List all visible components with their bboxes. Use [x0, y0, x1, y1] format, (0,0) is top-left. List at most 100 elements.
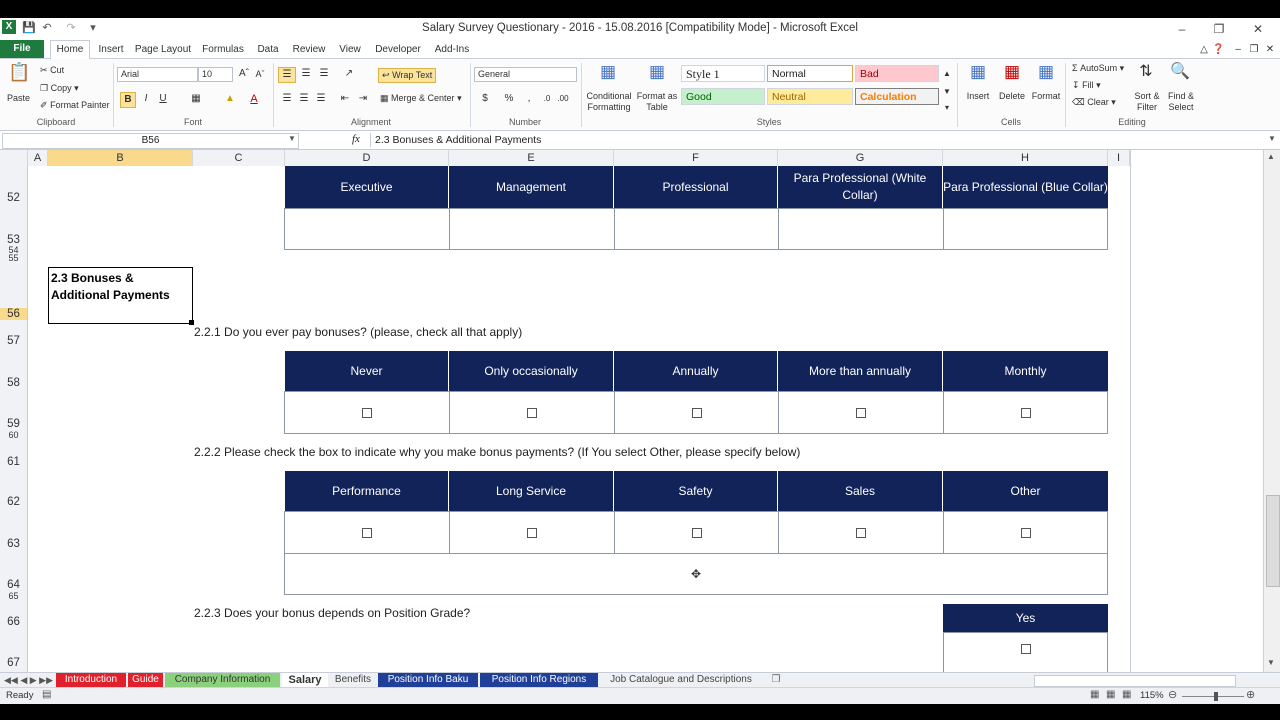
wrap-text-button[interactable]: ↩ Wrap Text: [378, 68, 437, 83]
grow-font-icon[interactable]: Aˆ: [236, 67, 252, 81]
style-normal[interactable]: Normal: [767, 65, 853, 82]
align-middle-icon[interactable]: ☰: [298, 67, 314, 81]
doc-minimize-icon[interactable]: –: [1232, 42, 1244, 57]
conditional-formatting-icon[interactable]: ▦: [596, 63, 620, 80]
row-header-56[interactable]: 56: [0, 308, 27, 320]
scroll-thumb[interactable]: [1266, 495, 1280, 587]
sheet-nav-icon[interactable]: ◀◀ ◀ ▶ ▶▶: [4, 673, 53, 687]
tab-insert[interactable]: Insert: [96, 42, 126, 57]
shrink-font-icon[interactable]: Aˇ: [252, 67, 268, 81]
input-cell[interactable]: [778, 208, 944, 250]
row-header-66[interactable]: 66: [0, 616, 27, 628]
fill-button[interactable]: ↧ Fill ▾: [1072, 80, 1101, 91]
styles-scroll-up-icon[interactable]: ▲: [942, 67, 952, 81]
sheet-tab-guide[interactable]: Guide: [128, 673, 163, 687]
paste-icon[interactable]: 📋: [8, 63, 30, 87]
format-painter-button[interactable]: ✐ Format Painter: [40, 100, 110, 111]
name-box-dropdown-icon[interactable]: ▼: [288, 134, 296, 143]
merge-center-button[interactable]: ▦ Merge & Center ▾: [380, 93, 462, 104]
restore-icon[interactable]: ❐: [1205, 21, 1233, 37]
zoom-in-icon[interactable]: ⊕: [1246, 688, 1255, 701]
column-header-e[interactable]: E: [449, 150, 614, 166]
tab-developer[interactable]: Developer: [372, 42, 424, 57]
align-right-icon[interactable]: ☰: [314, 92, 328, 106]
style-calculation[interactable]: Calculation: [855, 88, 939, 105]
style-1[interactable]: Style 1: [681, 65, 765, 82]
fill-color-icon[interactable]: ▲: [222, 92, 238, 106]
align-bottom-icon[interactable]: ☰: [316, 67, 332, 81]
format-as-table-icon[interactable]: ▦: [645, 63, 669, 80]
delete-cells-icon[interactable]: ▦: [1000, 63, 1024, 80]
percent-icon[interactable]: %: [502, 92, 516, 106]
sheet-tab-introduction[interactable]: Introduction: [56, 673, 126, 687]
column-header-i[interactable]: I: [1108, 150, 1130, 166]
clear-button[interactable]: ⌫ Clear ▾: [1072, 97, 1116, 108]
insert-function-icon[interactable]: fx: [352, 133, 360, 145]
find-select-button[interactable]: Find & Select: [1164, 91, 1198, 113]
select-all-corner[interactable]: [0, 150, 28, 166]
align-top-icon[interactable]: ☰: [278, 67, 296, 83]
increase-decimal-icon[interactable]: .0: [540, 92, 554, 106]
section-title-cell[interactable]: 2.3 Bonuses & Additional Payments: [48, 267, 193, 324]
sort-filter-icon[interactable]: ⇅: [1134, 64, 1158, 80]
insert-cells-icon[interactable]: ▦: [966, 63, 990, 80]
input-cell[interactable]: [614, 208, 779, 250]
column-header-h[interactable]: H: [943, 150, 1108, 166]
row-header-55[interactable]: 55: [0, 253, 27, 263]
page-break-view-icon[interactable]: ▦: [1122, 689, 1131, 700]
row-header-61[interactable]: 61: [0, 456, 27, 468]
worksheet-grid[interactable]: Executive Management Professional Para P…: [28, 166, 1130, 672]
column-header-d[interactable]: D: [285, 150, 449, 166]
decrease-decimal-icon[interactable]: .00: [556, 92, 570, 106]
checkbox[interactable]: [362, 407, 372, 418]
column-header-g[interactable]: G: [778, 150, 943, 166]
copy-button[interactable]: ❐ Copy ▾: [40, 83, 79, 94]
format-cells-button[interactable]: Format: [1030, 91, 1062, 102]
other-specify-input[interactable]: ✥: [284, 553, 1108, 595]
sheet-tab-company-information[interactable]: Company Information: [165, 673, 280, 687]
zoom-level[interactable]: 115%: [1140, 690, 1164, 701]
doc-close-icon[interactable]: ✕: [1264, 42, 1276, 57]
row-header-65[interactable]: 65: [0, 591, 27, 601]
checkbox[interactable]: [527, 407, 537, 418]
sort-filter-button[interactable]: Sort & Filter: [1130, 91, 1164, 113]
style-neutral[interactable]: Neutral: [767, 88, 853, 105]
tab-view[interactable]: View: [336, 42, 364, 57]
delete-cells-button[interactable]: Delete: [996, 91, 1028, 102]
doc-restore-icon[interactable]: ❐: [1248, 42, 1260, 57]
checkbox[interactable]: [1020, 407, 1031, 418]
find-select-icon[interactable]: 🔍: [1168, 64, 1192, 80]
page-layout-view-icon[interactable]: ▦: [1106, 689, 1115, 700]
row-header-52[interactable]: 52: [0, 192, 27, 204]
tab-review[interactable]: Review: [290, 42, 328, 57]
checkbox[interactable]: [362, 527, 372, 538]
row-header-59[interactable]: 59: [0, 418, 27, 430]
italic-icon[interactable]: I: [140, 92, 152, 106]
cut-button[interactable]: ✂ Cut: [40, 65, 64, 76]
help-icon[interactable]: ❓: [1212, 42, 1224, 57]
orientation-icon[interactable]: ↗: [340, 67, 358, 81]
zoom-slider-thumb[interactable]: [1214, 692, 1218, 701]
row-header-58[interactable]: 58: [0, 377, 27, 389]
checkbox[interactable]: [1020, 644, 1031, 654]
conditional-formatting-button[interactable]: Conditional Formatting: [584, 91, 634, 113]
font-color-icon[interactable]: A: [246, 92, 262, 106]
style-bad[interactable]: Bad: [855, 65, 939, 82]
row-header-63[interactable]: 63: [0, 538, 27, 550]
align-center-icon[interactable]: ☰: [297, 92, 311, 106]
ribbon-minimize-icon[interactable]: △: [1198, 42, 1210, 57]
tab-add-ins[interactable]: Add-Ins: [432, 42, 472, 57]
checkbox[interactable]: [691, 407, 702, 418]
font-size-select[interactable]: 10: [198, 67, 233, 82]
sheet-tab-salary[interactable]: Salary: [282, 673, 328, 687]
input-cell[interactable]: [449, 208, 615, 250]
tab-home[interactable]: Home: [50, 40, 90, 60]
checkbox[interactable]: [856, 527, 866, 538]
macro-record-icon[interactable]: ▤: [42, 689, 51, 700]
tab-page-layout[interactable]: Page Layout: [134, 42, 192, 57]
input-cell[interactable]: [943, 208, 1108, 250]
paste-button[interactable]: Paste: [7, 93, 30, 104]
number-format-select[interactable]: General: [474, 67, 577, 82]
styles-scroll-down-icon[interactable]: ▼: [942, 85, 952, 99]
font-name-select[interactable]: Arial: [117, 67, 198, 82]
